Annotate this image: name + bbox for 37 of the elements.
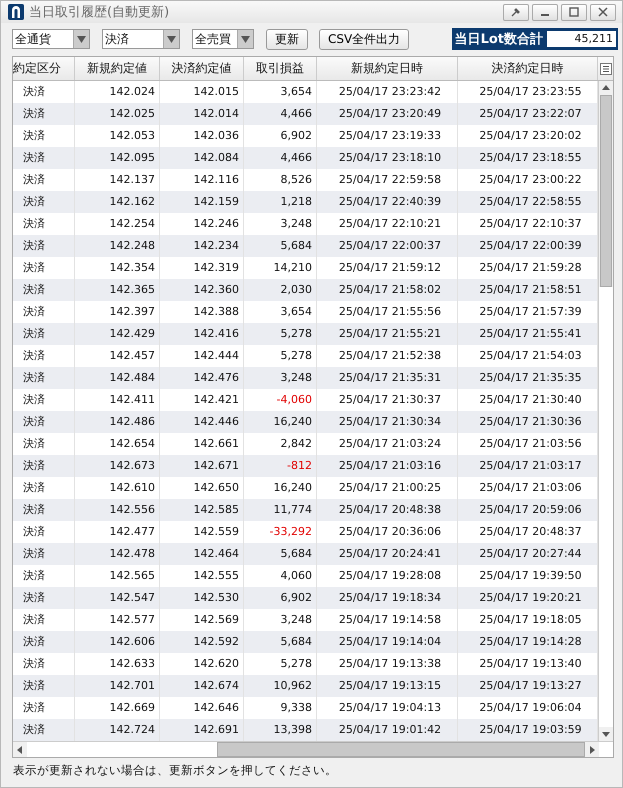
column-header[interactable]: 決済約定値 <box>160 57 244 80</box>
lot-total-label: 当日Lot数合計 <box>454 30 544 48</box>
column-header[interactable]: 約定区分 <box>13 57 75 80</box>
lot-total-value: 45,211 <box>547 31 616 47</box>
vertical-scrollbar[interactable] <box>598 81 613 741</box>
close-icon <box>598 7 608 17</box>
column-header[interactable]: 取引損益 <box>244 57 317 80</box>
scroll-thumb[interactable] <box>217 742 585 757</box>
table-cell: 142.724 <box>75 719 160 741</box>
minimize-button[interactable] <box>532 4 558 20</box>
window-title: 当日取引履歴(自動更新) <box>29 4 170 21</box>
app-logo-icon <box>8 4 24 20</box>
scroll-thumb[interactable] <box>600 95 612 287</box>
dropdown-arrow-icon <box>167 36 176 42</box>
table-cell: 決済 <box>13 719 75 741</box>
maximize-icon <box>569 7 579 17</box>
column-menu-icon[interactable] <box>600 62 612 74</box>
column-header[interactable]: 新規約定値 <box>75 57 160 80</box>
pin-icon <box>511 7 521 17</box>
table-cell: 25/04/17 19:01:42 <box>317 719 458 741</box>
dropdown-arrow-icon <box>241 36 250 42</box>
toolbar-button[interactable]: CSV全件出力 <box>319 28 410 50</box>
horizontal-scrollbar[interactable] <box>13 742 599 757</box>
filter-dropdown[interactable]: 全売買 <box>192 29 254 49</box>
column-header[interactable]: 新規約定日時 <box>317 57 458 80</box>
close-button[interactable] <box>590 4 616 20</box>
minimize-icon <box>541 14 549 16</box>
status-message: 表示が更新されない場合は、更新ボタンを押してください。 <box>12 762 338 779</box>
table-cell: 142.691 <box>160 719 244 741</box>
filter-dropdown[interactable]: 決済 <box>102 29 180 49</box>
maximize-button[interactable] <box>561 4 587 20</box>
toolbar-button[interactable]: 更新 <box>266 28 308 50</box>
pin-button[interactable] <box>503 4 529 20</box>
column-header[interactable]: 決済約定日時 <box>458 57 598 80</box>
filter-dropdown[interactable]: 全通貨 <box>12 29 90 49</box>
dropdown-arrow-icon <box>77 36 86 42</box>
table-cell: 13,398 <box>244 719 317 741</box>
